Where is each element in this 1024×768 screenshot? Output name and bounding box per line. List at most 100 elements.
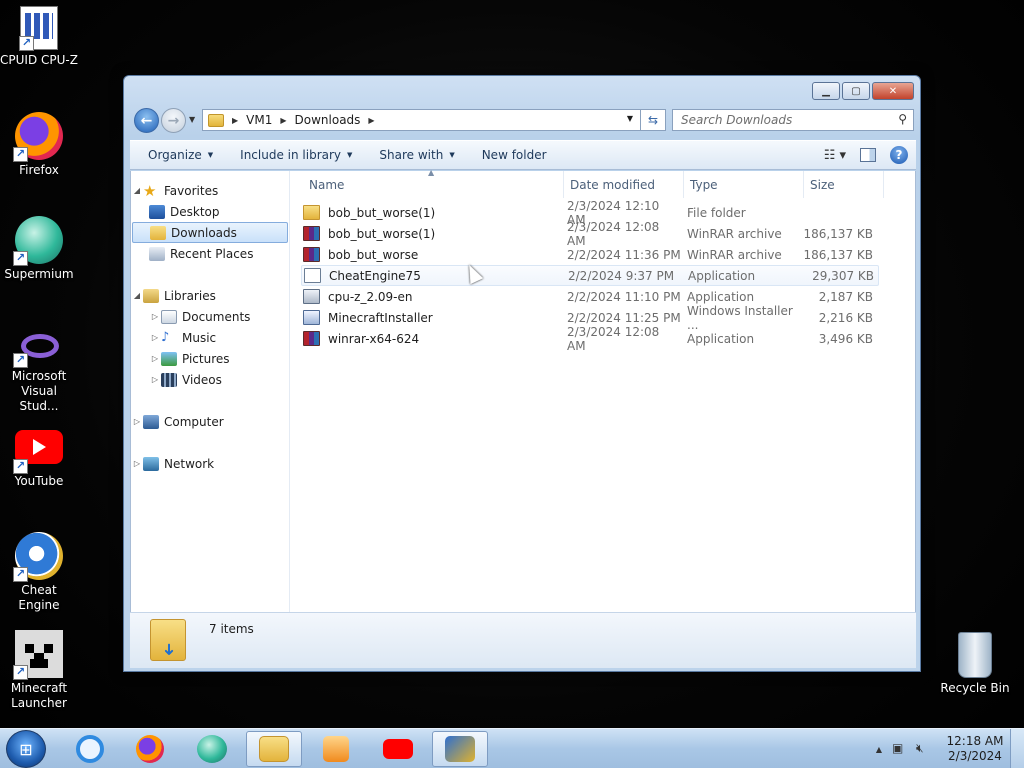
file-type: Application — [688, 268, 756, 283]
new-folder-button[interactable]: New folder — [473, 148, 556, 162]
share-with-button[interactable]: Share with ▼ — [370, 148, 463, 162]
taskbar-supermium[interactable] — [184, 731, 240, 767]
search-input[interactable]: Search Downloads ⚲ — [672, 109, 914, 131]
system-tray: ▲ ▣ 🔇︎ 12:18 AM 2/3/2024 — [876, 729, 1024, 768]
include-in-library-button[interactable]: Include in library ▼ — [231, 148, 361, 162]
file-type: File folder — [687, 205, 746, 220]
nav-downloads[interactable]: Downloads — [132, 222, 288, 243]
chevron-right-icon[interactable]: ▶ — [368, 116, 374, 125]
nav-label: Music — [182, 330, 217, 345]
file-size: 2,187 KB — [818, 289, 873, 304]
address-bar[interactable]: ▶ VM1 ▶ Downloads ▶ ▼ — [202, 109, 666, 131]
installer-icon — [304, 268, 321, 283]
share-with-label: Share with — [379, 148, 444, 162]
file-row[interactable]: bob_but_worse(1) 2/3/2024 12:08 AM WinRA… — [301, 220, 879, 248]
network-status-icon[interactable]: ▣ — [892, 741, 908, 757]
show-desktop-button[interactable] — [1010, 729, 1024, 768]
application-icon — [303, 289, 320, 304]
back-button[interactable]: ← — [134, 108, 159, 133]
chevron-right-icon[interactable]: ▶ — [280, 116, 286, 125]
nav-label: Downloads — [171, 225, 237, 240]
help-icon[interactable]: ? — [890, 146, 908, 164]
taskbar-firefox[interactable] — [122, 731, 178, 767]
taskbar: ⊞ ▲ ▣ 🔇︎ 12:18 AM 2/3/2024 — [0, 728, 1024, 768]
file-date: 2/2/2024 11:25 PM — [567, 310, 681, 325]
breadcrumb-vm1[interactable]: VM1 — [246, 113, 272, 127]
file-row[interactable]: CheatEngine75 2/2/2024 9:37 PM Applicati… — [301, 265, 879, 286]
column-type[interactable]: Type — [684, 171, 804, 198]
taskbar-cheat-engine[interactable] — [432, 731, 488, 767]
expand-triangle-icon[interactable]: ▷ — [149, 333, 161, 342]
file-row[interactable]: bob_but_worse 2/2/2024 11:36 PM WinRAR a… — [301, 244, 879, 265]
expand-triangle-icon[interactable]: ▷ — [131, 417, 143, 426]
file-name: CheatEngine75 — [329, 268, 421, 283]
expand-triangle-icon[interactable]: ◢ — [131, 291, 143, 300]
nav-computer[interactable]: ▷ Computer — [131, 411, 287, 432]
change-view-icon[interactable]: ☷ ▾ — [824, 148, 846, 163]
file-row[interactable]: winrar-x64-624 2/3/2024 12:08 AM Applica… — [301, 325, 879, 353]
nav-videos[interactable]: ▷ Videos — [149, 369, 287, 390]
taskbar-media-player[interactable] — [308, 731, 364, 767]
volume-muted-icon[interactable]: 🔇︎ — [916, 741, 932, 757]
nav-label: Computer — [164, 414, 224, 429]
refresh-button[interactable]: ⇆ — [640, 109, 666, 131]
nav-favorites[interactable]: ◢ ★ Favorites — [131, 180, 287, 201]
recent-pages-dropdown[interactable]: ▼ — [189, 115, 195, 124]
close-button[interactable]: ✕ — [872, 82, 914, 100]
sort-up-icon: ▲ — [428, 168, 435, 177]
desktop-icon-supermium[interactable]: ↗ Supermium — [0, 216, 78, 282]
address-history-dropdown[interactable]: ▼ — [627, 114, 633, 123]
file-type: Application — [687, 289, 755, 304]
taskbar-explorer[interactable] — [246, 731, 302, 767]
show-hidden-icons-icon[interactable]: ▲ — [876, 745, 882, 754]
nav-recent-places[interactable]: Recent Places — [149, 243, 287, 264]
file-list: ▲ Name Date modified Type Size bob_but_w… — [291, 168, 915, 612]
content-area: ◢ ★ Favorites Desktop Downloads Recent Pla… — [130, 168, 916, 612]
taskbar-internet-explorer[interactable] — [62, 731, 118, 767]
expand-triangle-icon[interactable]: ▷ — [149, 375, 161, 384]
expand-triangle-icon[interactable]: ▷ — [131, 459, 143, 468]
desktop-icon-cpuz[interactable]: ↗ CPUID CPU-Z — [0, 6, 78, 68]
desktop-icon-cheat-engine[interactable]: ↗ Cheat Engine — [0, 532, 78, 613]
file-name: bob_but_worse — [328, 247, 419, 262]
breadcrumb-downloads[interactable]: Downloads — [295, 113, 361, 127]
column-date-modified[interactable]: Date modified — [564, 171, 684, 198]
nav-documents[interactable]: ▷ Documents — [149, 306, 287, 327]
file-type: Application — [687, 331, 755, 346]
file-name: MinecraftInstaller — [328, 310, 433, 325]
chevron-down-icon: ▼ — [449, 151, 455, 159]
navigation-bar: ← → ▼ ▶ VM1 ▶ Downloads ▶ ▼ ⇆ Search Dow… — [132, 106, 914, 134]
nav-pictures[interactable]: ▷ Pictures — [149, 348, 287, 369]
nav-network[interactable]: ▷ Network — [131, 453, 287, 474]
file-date: 2/2/2024 11:36 PM — [567, 247, 681, 262]
desktop-icon-recycle-bin[interactable]: Recycle Bin — [936, 632, 1014, 696]
desktop-icon-youtube[interactable]: ↗ YouTube — [0, 430, 78, 489]
desktop-icon-firefox[interactable]: ↗ Firefox — [0, 112, 78, 178]
folder-icon — [303, 205, 320, 220]
maximize-button[interactable]: ▢ — [842, 82, 870, 100]
search-icon[interactable]: ⚲ — [898, 112, 907, 126]
expand-triangle-icon[interactable]: ◢ — [131, 186, 143, 195]
nav-label: Recent Places — [170, 246, 254, 261]
clock[interactable]: 12:18 AM 2/3/2024 — [940, 734, 1010, 764]
organize-label: Organize — [148, 148, 202, 162]
nav-label: Favorites — [164, 183, 219, 198]
expand-triangle-icon[interactable]: ▷ — [149, 354, 161, 363]
winrar-archive-icon — [303, 247, 320, 262]
view-controls: ☷ ▾ ? — [824, 146, 908, 164]
minimize-button[interactable]: ▁ — [812, 82, 840, 100]
preview-pane-icon[interactable] — [860, 148, 876, 162]
organize-button[interactable]: Organize ▼ — [139, 148, 222, 162]
taskbar-youtube[interactable] — [370, 731, 426, 767]
desktop-icon-label: Minecraft Launcher — [10, 681, 68, 710]
desktop-icon-minecraft[interactable]: ↗ Minecraft Launcher — [0, 630, 78, 711]
expand-triangle-icon[interactable]: ▷ — [149, 312, 161, 321]
desktop-icon-visual-studio[interactable]: ↗ Microsoft Visual Stud... — [0, 328, 78, 414]
nav-libraries[interactable]: ◢ Libraries — [131, 285, 287, 306]
forward-button[interactable]: → — [161, 108, 186, 133]
start-button[interactable]: ⊞ — [6, 730, 46, 768]
nav-music[interactable]: ▷ ♪ Music — [149, 327, 287, 348]
column-size[interactable]: Size — [804, 171, 884, 198]
nav-desktop[interactable]: Desktop — [149, 201, 287, 222]
chevron-right-icon[interactable]: ▶ — [232, 116, 238, 125]
